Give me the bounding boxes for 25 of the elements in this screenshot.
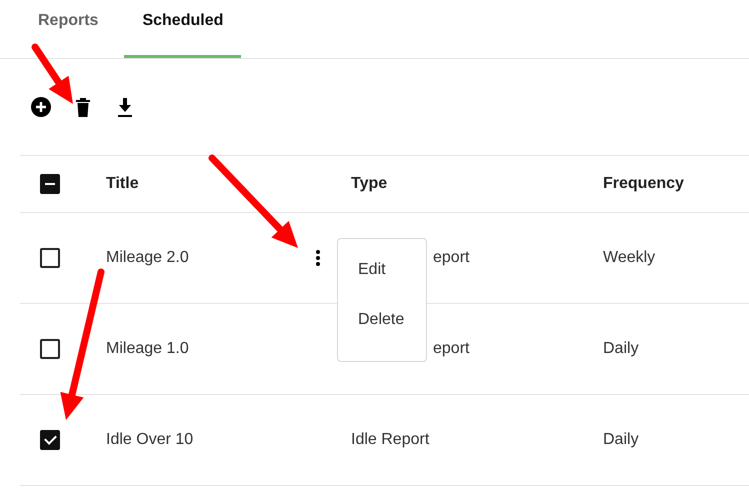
column-header: Title — [106, 175, 139, 193]
checkbox[interactable] — [40, 174, 60, 194]
checkbox[interactable] — [40, 339, 60, 359]
table-cell: Daily — [603, 340, 639, 358]
checkbox[interactable] — [40, 430, 60, 450]
tab[interactable]: Scheduled — [124, 0, 242, 58]
annotation-arrow — [32, 44, 73, 104]
column-header: Type — [351, 175, 388, 193]
add-icon[interactable] — [31, 97, 51, 117]
table-cell: Weekly — [603, 249, 656, 267]
table-cell: Mileage 1.0 — [106, 340, 189, 358]
table-cell: Idle Report — [351, 431, 430, 449]
trash-icon[interactable] — [75, 96, 91, 118]
table-cell: eport — [433, 340, 470, 358]
download-icon[interactable] — [117, 98, 133, 116]
table-cell: eport — [433, 249, 470, 267]
checkbox[interactable] — [40, 248, 60, 268]
table-cell: Idle Over 10 — [106, 431, 194, 449]
more-icon[interactable] — [315, 249, 321, 267]
column-header: Frequency — [603, 175, 684, 193]
menu-item[interactable]: Edit — [338, 253, 426, 287]
menu-item[interactable]: Delete — [338, 303, 426, 337]
table-cell: Daily — [603, 431, 639, 449]
tab[interactable]: Reports — [20, 0, 116, 58]
table-cell: Mileage 2.0 — [106, 249, 189, 267]
